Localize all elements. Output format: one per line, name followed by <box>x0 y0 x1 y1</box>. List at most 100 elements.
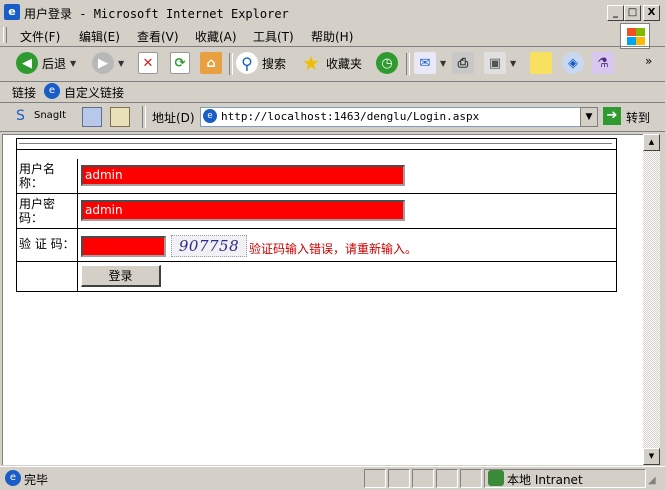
title-app-name: Microsoft Internet Explorer <box>93 7 289 21</box>
custom-links-link[interactable]: 自定义链接 <box>64 84 124 101</box>
vertical-scrollbar[interactable]: ▲ ▼ <box>643 134 660 465</box>
go-button[interactable]: 转到 <box>626 109 650 126</box>
status-pane <box>412 469 434 488</box>
stop-button[interactable]: ✕ <box>138 51 158 75</box>
mail-dropdown-icon[interactable]: ▼ <box>440 59 446 68</box>
menu-edit[interactable]: 编辑(E) <box>79 28 120 45</box>
snagit-button[interactable]: SnagIt <box>34 110 66 121</box>
back-label: 后退 <box>42 56 67 71</box>
search-label: 搜索 <box>262 56 287 71</box>
close-button[interactable]: X <box>643 5 660 21</box>
address-separator <box>142 106 146 128</box>
status-pane <box>388 469 410 488</box>
favorites-star-icon: ★ <box>302 51 320 75</box>
menu-help[interactable]: 帮助(H) <box>311 28 353 45</box>
menu-favorites[interactable]: 收藏(A) <box>195 28 237 45</box>
ie-window: e 用户登录 - Microsoft Internet Explorer _ □… <box>0 0 665 489</box>
standard-toolbar: ◀ 后退 ▼ ▶ ▼ ✕ ⟳ ⌂ ⚲ 搜索 ★ 收藏夹 ◷ ✉ ▼ ⎙ ▣ ▼ … <box>0 46 665 82</box>
history-button[interactable]: ◷ <box>376 51 398 75</box>
captcha-row: 验 证 码： 907758 验证码输入错误，请重新输入。 <box>17 229 616 262</box>
messenger-button[interactable]: ◈ <box>562 51 584 75</box>
menu-file[interactable]: 文件(F) <box>20 28 60 45</box>
edit-icon: ▣ <box>484 52 506 74</box>
password-row: 用户密码： admin <box>17 194 616 229</box>
go-arrow-icon[interactable]: ➔ <box>603 107 621 125</box>
header-rule <box>19 143 612 144</box>
messenger-icon: ◈ <box>562 52 584 74</box>
link-page-icon: e <box>44 83 60 99</box>
title-page-name: 用户登录 <box>24 7 73 21</box>
intranet-zone-icon <box>488 470 504 486</box>
favorites-label: 收藏夹 <box>326 56 363 71</box>
refresh-icon: ⟳ <box>170 52 190 74</box>
password-input[interactable]: admin <box>81 200 405 221</box>
snagit-capture-icon[interactable] <box>110 107 130 127</box>
captcha-input[interactable] <box>81 236 166 257</box>
snagit-window-icon[interactable] <box>82 107 102 127</box>
forward-dropdown-icon[interactable]: ▼ <box>118 59 124 68</box>
back-dropdown-icon[interactable]: ▼ <box>70 59 76 68</box>
edit-dropdown-icon[interactable]: ▼ <box>510 59 516 68</box>
menu-view[interactable]: 查看(V) <box>137 28 179 45</box>
window-title: 用户登录 - Microsoft Internet Explorer <box>24 5 289 22</box>
forward-button[interactable]: ▶ ▼ <box>92 51 124 75</box>
home-icon: ⌂ <box>200 52 222 74</box>
login-button[interactable]: 登录 <box>81 265 161 287</box>
username-input[interactable]: admin <box>81 165 405 186</box>
mail-button[interactable]: ✉ ▼ <box>414 51 446 75</box>
login-form-table: 用户名称： admin 用户密码： admin 验 证 码： 907758 验证… <box>16 138 617 292</box>
maximize-button[interactable]: □ <box>624 5 641 21</box>
address-url: http://localhost:1463/denglu/Login.aspx <box>221 110 480 123</box>
status-bar: e 完毕 本地 Intranet ◢ <box>0 466 665 490</box>
username-label: 用户名称： <box>17 159 78 193</box>
forward-arrow-icon: ▶ <box>92 52 114 74</box>
links-label: 链接 <box>12 86 37 100</box>
zone-text: 本地 Intranet <box>507 473 583 487</box>
submit-row-blank <box>17 262 78 291</box>
status-page-icon: e <box>5 470 21 486</box>
captcha-label: 验 证 码： <box>17 229 78 261</box>
research-icon: ⚗ <box>592 52 614 74</box>
status-pane <box>436 469 458 488</box>
page-content: 用户名称： admin 用户密码： admin 验 证 码： 907758 验证… <box>2 134 643 465</box>
scroll-down-icon[interactable]: ▼ <box>643 448 660 465</box>
page-icon: e <box>203 109 217 123</box>
discuss-button[interactable] <box>530 51 552 75</box>
submit-row: 登录 <box>17 262 616 291</box>
captcha-error-message: 验证码输入错误，请重新输入。 <box>249 242 418 256</box>
toolbar-separator <box>406 53 410 75</box>
snagit-icon: S <box>16 108 25 124</box>
address-input[interactable]: e http://localhost:1463/denglu/Login.asp… <box>200 107 582 127</box>
minimize-button[interactable]: _ <box>607 5 624 21</box>
status-pane <box>460 469 482 488</box>
title-bar: e 用户登录 - Microsoft Internet Explorer _ □… <box>0 0 665 24</box>
print-button[interactable]: ⎙ <box>452 51 474 75</box>
search-button[interactable]: ⚲ 搜索 <box>236 51 286 75</box>
edit-button[interactable]: ▣ ▼ <box>484 51 516 75</box>
menu-bar: 文件(F) 编辑(E) 查看(V) 收藏(A) 工具(T) 帮助(H) <box>0 23 665 49</box>
captcha-image: 907758 <box>171 235 247 257</box>
status-pane <box>364 469 386 488</box>
back-button[interactable]: ◀ 后退 ▼ <box>16 51 76 75</box>
ie-logo-icon: e <box>4 4 20 20</box>
research-button[interactable]: ⚗ <box>592 51 614 75</box>
refresh-button[interactable]: ⟳ <box>170 51 190 75</box>
links-bar: 链接 e 自定义链接 <box>0 81 665 103</box>
resize-grip-icon[interactable]: ◢ <box>648 475 660 487</box>
favorites-button[interactable]: ★ 收藏夹 <box>300 51 362 75</box>
address-label: 地址(D) <box>152 111 195 125</box>
address-row: S SnagIt 地址(D) e http://localhost:1463/d… <box>0 102 665 132</box>
zone-pane: 本地 Intranet <box>484 469 646 488</box>
toolbar-separator <box>229 53 233 75</box>
username-row: 用户名称： admin <box>17 159 616 194</box>
scroll-up-icon[interactable]: ▲ <box>643 134 660 151</box>
note-icon <box>530 52 552 74</box>
menu-tools[interactable]: 工具(T) <box>253 28 294 45</box>
stop-icon: ✕ <box>138 52 158 74</box>
menu-grip[interactable] <box>3 27 7 43</box>
title-separator: - <box>72 7 94 21</box>
status-text: 完毕 <box>24 473 49 487</box>
address-dropdown-icon[interactable]: ▼ <box>580 107 598 127</box>
home-button[interactable]: ⌂ <box>200 51 222 75</box>
toolbar-overflow-icon[interactable]: » <box>645 49 652 73</box>
